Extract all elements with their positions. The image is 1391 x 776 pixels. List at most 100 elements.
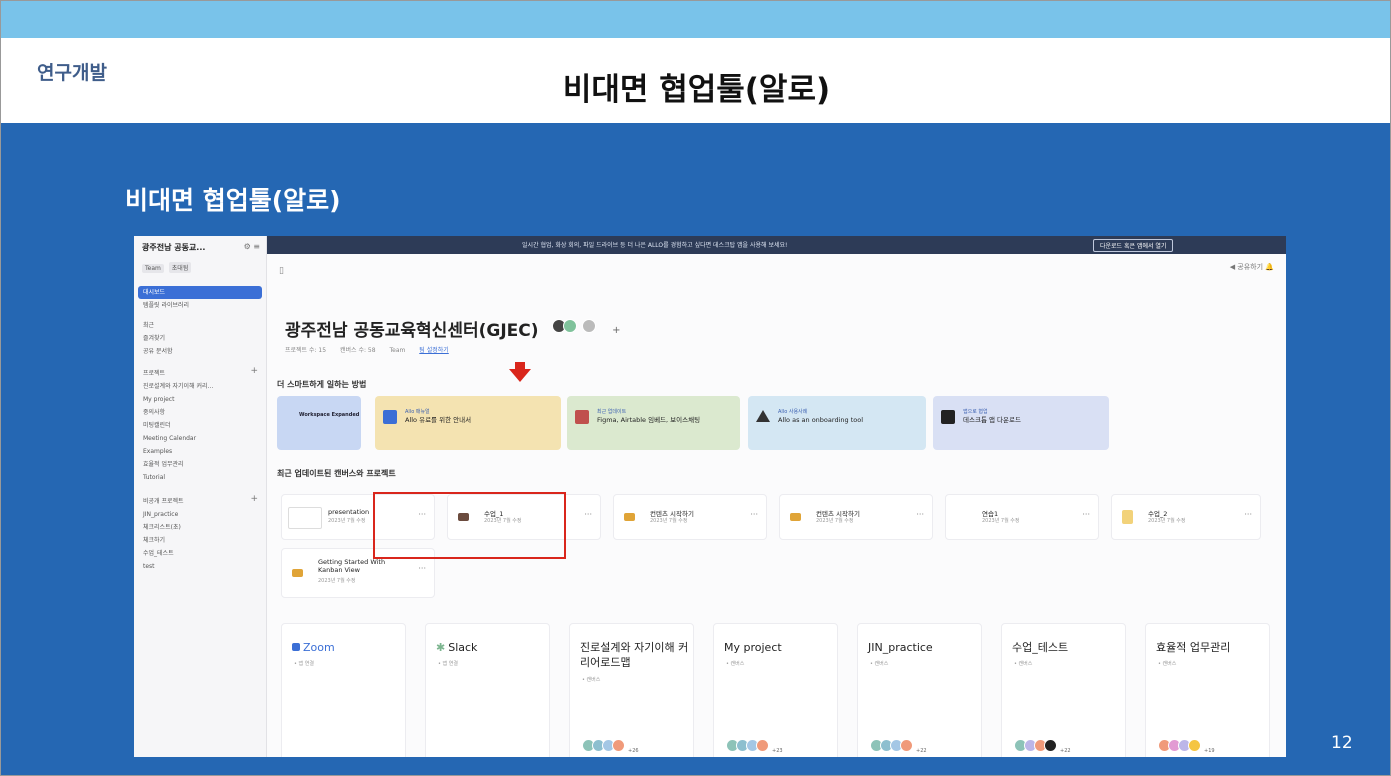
banner-text: 일시간 협업, 화상 회의, 파일 드라이브 등 더 나은 ALLO를 경험하고… bbox=[522, 242, 788, 249]
highlight-box bbox=[373, 492, 566, 559]
sidebar-item-project[interactable]: Tutorial bbox=[138, 471, 262, 484]
recent-canvas-card[interactable]: 연습1 2023년 7월 수정 ··· bbox=[945, 494, 1099, 540]
slide-header: 연구개발 비대면 협업툴(알로) bbox=[1, 38, 1390, 123]
project-title: Zoom bbox=[292, 640, 404, 655]
project-count: 프로젝트 수: 15 bbox=[285, 347, 327, 354]
project-card-zoom[interactable]: Zoom • 앱 연결 bbox=[281, 623, 406, 757]
project-card[interactable]: 효율적 업무관리 • 캔버스 +19 bbox=[1145, 623, 1270, 757]
workspace-name[interactable]: 광주전남 공동교... bbox=[142, 242, 205, 253]
project-members: +22 bbox=[1014, 737, 1071, 756]
canvas-title: Getting Started With Kanban View bbox=[318, 558, 386, 574]
canvas-date: 2023년 7월 수정 bbox=[1148, 518, 1186, 524]
promo-text: Allo as an onboarding tool bbox=[778, 416, 863, 424]
project-sub: • 앱 연결 bbox=[438, 661, 458, 667]
promo-text: 데스크톱 앱 다운로드 bbox=[963, 416, 1021, 424]
sidebar-item-project[interactable]: My project bbox=[138, 393, 262, 406]
team-settings-link[interactable]: 팀 설정하기 bbox=[419, 347, 449, 354]
sidebar-item-project[interactable]: Examples bbox=[138, 445, 262, 458]
project-sub: • 캔버스 bbox=[870, 661, 889, 667]
open-in-app-button[interactable]: 다운로드 혹은 앱에서 열기 bbox=[1093, 239, 1174, 252]
recent-canvas-card[interactable]: 컨텐츠 시작하기 2023년 7월 수정 ··· bbox=[613, 494, 767, 540]
canvas-title: presentation bbox=[328, 508, 370, 516]
project-sub: • 캔버스 bbox=[726, 661, 745, 667]
canvas-date: 2023년 7월 수정 bbox=[318, 578, 356, 584]
sidebar-item-project[interactable]: 진로설계와 자기이해 커리... bbox=[138, 380, 262, 393]
red-arrow-icon bbox=[509, 369, 531, 382]
slack-icon: ✱ bbox=[436, 641, 446, 654]
add-project-button[interactable]: + bbox=[250, 366, 258, 376]
project-title: ✱ Slack bbox=[436, 640, 548, 655]
member-count: +19 bbox=[1204, 748, 1215, 754]
more-icon[interactable]: ··· bbox=[1082, 510, 1090, 519]
project-title: 효율적 업무관리 bbox=[1156, 641, 1231, 654]
member-count: +26 bbox=[628, 748, 639, 754]
project-sub: • 앱 연결 bbox=[294, 661, 314, 667]
member-count: +22 bbox=[1060, 748, 1071, 754]
desktop-app-banner: 일시간 협업, 화상 회의, 파일 드라이브 등 더 나은 ALLO를 경험하고… bbox=[267, 236, 1286, 254]
add-private-project-button[interactable]: + bbox=[250, 494, 258, 504]
canvas-date: 2023년 7월 수정 bbox=[816, 518, 854, 524]
more-icon[interactable]: ··· bbox=[750, 510, 758, 519]
canvas-date: 2023년 7월 수정 bbox=[982, 518, 1020, 524]
promo-tag: Allo 사용사례 bbox=[778, 409, 808, 415]
canvas-icon bbox=[790, 513, 801, 521]
recent-canvas-card[interactable]: 컨텐츠 시작하기 2023년 7월 수정 ··· bbox=[779, 494, 933, 540]
promo-card-updates[interactable]: 최근 업데이트 Figma, Airtable 임베드, 보이스채팅 bbox=[567, 396, 740, 450]
slide: 연구개발 비대면 협업툴(알로) 비대면 협업툴(알로) 12 광주전남 공동교… bbox=[0, 0, 1391, 776]
promo-card-manual[interactable]: Allo 매뉴얼 Allo 유료를 위한 안내서 bbox=[375, 396, 561, 450]
member-count: +22 bbox=[916, 748, 927, 754]
workspace-badges: Team 초대됨 bbox=[142, 262, 194, 273]
canvas-date: 2023년 7월 수정 bbox=[650, 518, 688, 524]
project-name: Slack bbox=[448, 641, 478, 654]
project-card[interactable]: JIN_practice • 캔버스 +22 bbox=[857, 623, 982, 757]
project-name: Zoom bbox=[303, 641, 335, 654]
sidebar-item-templates[interactable]: 템플릿 라이브러리 bbox=[138, 299, 262, 312]
sidebar-item-project[interactable]: 중의사항 bbox=[138, 406, 262, 419]
sidebar-item-project[interactable]: Meeting Calendar bbox=[138, 432, 262, 445]
invited-badge: 초대됨 bbox=[168, 262, 192, 273]
sidebar-item-project[interactable]: test bbox=[138, 560, 262, 573]
sidebar-item-project[interactable]: JIN_practice bbox=[138, 508, 262, 521]
promo-card-usecase[interactable]: Allo 사용사례 Allo as an onboarding tool bbox=[748, 396, 926, 450]
promo-card-workspace[interactable]: Workspace Expanded bbox=[277, 396, 361, 450]
zoom-icon bbox=[292, 643, 300, 651]
sidebar-item-project[interactable]: 수업_테스트 bbox=[138, 547, 262, 560]
project-card[interactable]: 진로설계와 자기이해 커리어로드맵 • 캔버스 +26 bbox=[569, 623, 694, 757]
add-member-icon[interactable]: + bbox=[612, 325, 620, 336]
more-icon[interactable]: ··· bbox=[1244, 510, 1252, 519]
member-count: +23 bbox=[772, 748, 783, 754]
project-card-slack[interactable]: ✱ Slack • 앱 연결 bbox=[425, 623, 550, 757]
workspace-settings-icon[interactable]: ⚙ ≡ bbox=[244, 242, 260, 251]
sidebar-item-project[interactable]: 체크리스트(초) bbox=[138, 521, 262, 534]
recent-canvas-card[interactable]: 수업_2 2023년 7월 수정 ··· bbox=[1111, 494, 1261, 540]
avatar bbox=[582, 319, 596, 333]
allo-app-screenshot: 광주전남 공동교... ⚙ ≡ Team 초대됨 대시보드 템플릿 라이브러리 … bbox=[134, 236, 1286, 757]
project-members: +19 bbox=[1158, 737, 1215, 756]
project-card[interactable]: My project • 캔버스 +23 bbox=[713, 623, 838, 757]
sidebar-item-project[interactable]: 효율적 업무관리 bbox=[138, 458, 262, 471]
sidebar-item-shared[interactable]: 공유 문서함 bbox=[138, 345, 262, 358]
promo-card-desktop[interactable]: 앱으로 협업 데스크톱 앱 다운로드 bbox=[933, 396, 1109, 450]
project-title: My project bbox=[724, 641, 782, 654]
canvas-icon bbox=[1122, 510, 1133, 524]
sidebar-item-dashboard[interactable]: 대시보드 bbox=[138, 286, 262, 299]
toolbar-right[interactable]: ◀ 공유하기 🔔 bbox=[1230, 262, 1274, 272]
project-card[interactable]: 수업_테스트 • 캔버스 +22 bbox=[1001, 623, 1126, 757]
sidebar-item-project[interactable]: 체크하기 bbox=[138, 534, 262, 547]
more-icon[interactable]: ··· bbox=[916, 510, 924, 519]
slide-title: 비대면 협업툴(알로) bbox=[562, 72, 831, 108]
sidebar-item-private-projects[interactable]: 비공개 프로젝트 bbox=[138, 495, 262, 508]
promo-text: Allo 유료를 위한 안내서 bbox=[405, 416, 472, 424]
more-icon[interactable]: ··· bbox=[584, 510, 592, 519]
sidebar-item-favorites[interactable]: 즐겨찾기 bbox=[138, 332, 262, 345]
top-accent-bar bbox=[1, 1, 1390, 38]
plan-label: Team bbox=[389, 347, 406, 354]
member-avatars[interactable]: + bbox=[552, 318, 620, 337]
promo-title: Workspace Expanded bbox=[299, 412, 360, 418]
more-icon[interactable]: ··· bbox=[418, 564, 426, 573]
sidebar-item-projects[interactable]: 프로젝트 bbox=[138, 367, 262, 380]
sidebar-item-project[interactable]: 미팅캘린더 bbox=[138, 419, 262, 432]
sidebar-item-recent[interactable]: 최근 bbox=[138, 319, 262, 332]
sidebar-toggle-icon[interactable]: ▯ bbox=[279, 266, 284, 276]
promo-tag: 최근 업데이트 bbox=[597, 409, 627, 415]
